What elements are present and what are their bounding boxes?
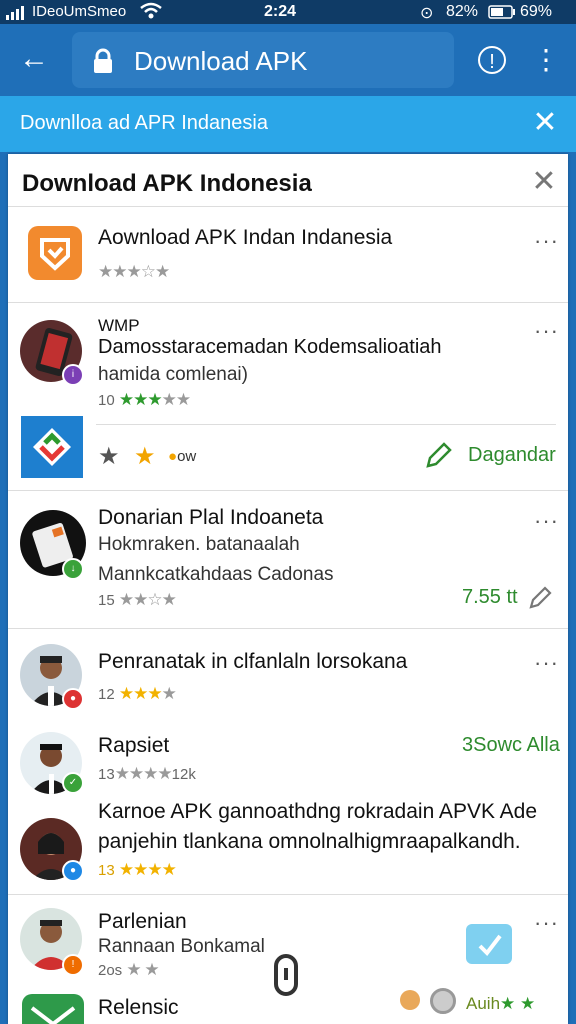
item-subtitle: Damosstaracemadan Kodemsalioatiah	[98, 336, 442, 358]
item-subtitle: Hokmraken. batanaalah	[98, 534, 300, 555]
rating-stars: 12 ★★★★	[98, 684, 177, 703]
item-menu-icon[interactable]: ···	[534, 228, 559, 254]
settings-icon[interactable]	[430, 988, 456, 1014]
notification-banner: Downlloa ad APR Indanesia ✕	[0, 96, 576, 152]
pointer-icon	[274, 954, 298, 996]
divider	[8, 302, 568, 303]
item-title: Rapsiet	[98, 734, 170, 757]
clock: 2:24	[264, 3, 297, 20]
wifi-icon	[140, 2, 162, 25]
rating-stars: 2os ★ ★	[98, 960, 160, 979]
rating-count: 12	[98, 686, 115, 703]
divider	[8, 628, 568, 629]
author-label: Auih★ ★	[466, 994, 536, 1013]
close-icon[interactable]: ✕	[528, 106, 562, 140]
item-title: WMP	[98, 316, 140, 335]
item-menu-icon[interactable]: ···	[534, 508, 559, 534]
mail-icon	[22, 994, 84, 1024]
sheet-title: Download APK Indonesia	[22, 170, 312, 197]
divider	[8, 894, 568, 895]
rating-count: 2os	[98, 962, 123, 979]
sheet-close-icon[interactable]: ✕	[528, 166, 560, 198]
app-icon	[28, 226, 82, 280]
divider	[8, 206, 568, 207]
item-title: Karnoe APK gannoathdng rokradain APVK Ad…	[98, 800, 538, 823]
item-title: Parlenian	[98, 910, 187, 933]
star-icon[interactable]: ★	[98, 442, 120, 471]
item-menu-icon[interactable]: ···	[534, 910, 559, 936]
battery-percent-1: 82%	[446, 3, 479, 20]
reaction-icon	[400, 990, 420, 1010]
item-subtitle: panjehin tlankana omnolnalhigmraapalkand…	[98, 830, 521, 853]
rating-count: 15	[98, 592, 115, 609]
app-bar: ← Download APK ! ⋮	[0, 24, 576, 96]
badge-icon: ●	[62, 860, 84, 882]
rating-count: 13	[98, 766, 115, 783]
badge-icon: ●	[62, 688, 84, 710]
item-menu-icon[interactable]: ···	[534, 650, 559, 676]
item-title: Relensic	[98, 996, 179, 1019]
rating-stars: 13★★★★12k	[98, 764, 196, 783]
item-title: Donarian Plal Indoaneta	[98, 506, 324, 529]
banner-text: Downlloa ad APR Indanesia	[20, 112, 268, 134]
chip-label: ●ow	[168, 448, 197, 465]
info-icon[interactable]: !	[478, 46, 506, 74]
rating-stars: 15 ★★☆★	[98, 590, 177, 609]
review-count: 12k	[171, 766, 196, 783]
status-bar: IDeoUmSmeo 2:24 ⊙ 82% 69%	[0, 0, 576, 24]
rating-count: 13	[98, 862, 115, 879]
item-status: 3Sowc Alla	[462, 734, 560, 756]
item-subtitle: Rannaan Bonkamal	[98, 936, 265, 957]
signal-icon	[6, 6, 28, 25]
rating-stars: 10 ★★★★★	[98, 390, 191, 409]
back-arrow-icon[interactable]: ←	[14, 44, 54, 76]
item-title: Aownload APK Indan Indanesia	[98, 226, 393, 249]
carrier-label: IDeoUmSmeo	[32, 3, 127, 20]
url-text: Download APK	[134, 46, 308, 76]
edit-icon[interactable]	[526, 584, 554, 617]
badge-icon: i	[62, 364, 84, 386]
rating-count: 10	[98, 392, 115, 409]
url-bar[interactable]: Download APK	[72, 32, 454, 88]
pencil-icon[interactable]	[422, 440, 454, 477]
checklist-icon[interactable]	[466, 924, 512, 964]
lock-icon	[90, 48, 116, 73]
battery-percent-2: 69%	[520, 3, 553, 20]
badge-icon: !	[62, 954, 84, 976]
item-title: Penranatak in clfanlaln lorsokana	[98, 650, 408, 673]
app-icon	[21, 416, 83, 478]
divider	[96, 424, 556, 425]
results-sheet: Download APK Indonesia ✕ Aownload APK In…	[8, 154, 568, 1024]
item-subtitle-2: Mannkcatkahdaas Cadonas	[98, 564, 334, 585]
battery-icon	[488, 5, 516, 24]
star-icon[interactable]: ★	[134, 442, 156, 471]
divider	[8, 490, 568, 491]
sync-icon: ⊙	[420, 5, 434, 22]
more-vert-icon[interactable]: ⋮	[532, 42, 560, 78]
download-action[interactable]: Dagandar	[468, 444, 556, 467]
rating-stars: 13 ★★★★	[98, 860, 177, 879]
item-subtitle-2: hamida comlenai)	[98, 364, 248, 385]
badge-icon: ✓	[62, 772, 84, 794]
rating-stars: ★★★☆★	[98, 262, 170, 281]
item-menu-icon[interactable]: ···	[534, 318, 559, 344]
badge-icon: ↓	[62, 558, 84, 580]
file-size: 7.55 tt	[462, 586, 518, 608]
